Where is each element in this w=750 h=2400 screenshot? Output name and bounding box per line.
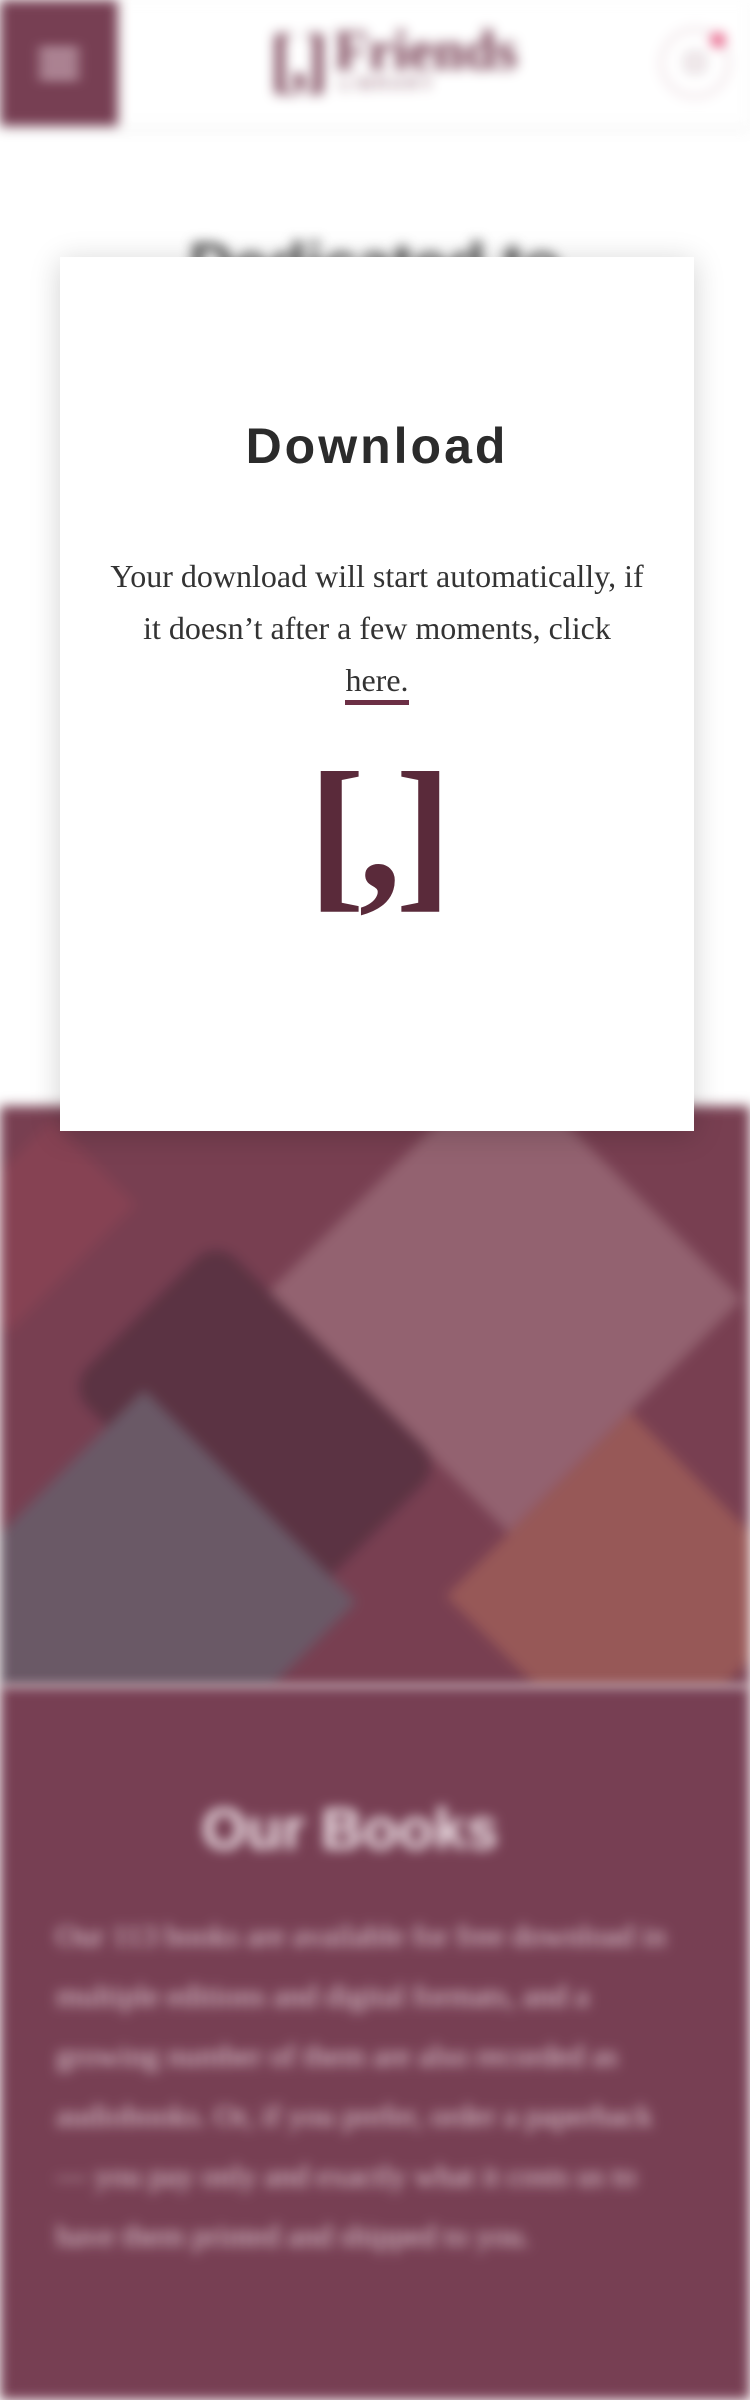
download-modal: Download Your download will start automa… (60, 257, 694, 1131)
friends-library-logo-mark: [,] (308, 738, 452, 926)
modal-message: Your download will start automatically, … (110, 550, 644, 706)
modal-message-text: Your download will start automatically, … (110, 558, 644, 646)
modal-title: Download (245, 418, 509, 474)
download-link[interactable]: here. (345, 662, 409, 705)
